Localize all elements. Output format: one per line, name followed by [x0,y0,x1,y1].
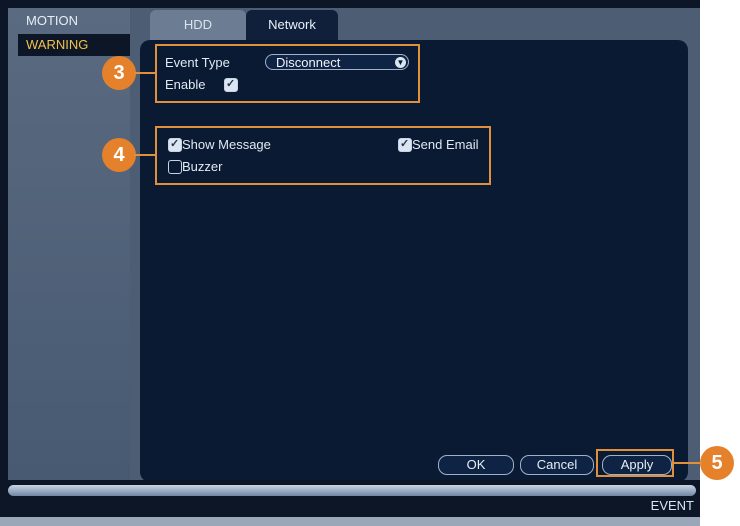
marker-4-connector [134,154,156,156]
event-type-label: Event Type [165,55,230,70]
show-message-checkbox[interactable] [168,137,182,152]
send-email-checkbox[interactable] [398,137,412,152]
buzzer-checkbox[interactable] [168,160,182,174]
chevron-down-icon: ▼ [395,57,406,68]
sidebar-item-warning[interactable]: WARNING [18,34,130,56]
marker-5-connector [672,462,702,464]
menu-scrollbar[interactable] [8,485,696,496]
marker-3-connector [134,72,156,74]
send-email-label: Send Email [412,137,479,152]
enable-checkbox[interactable] [224,77,238,92]
sidebar-item-motion[interactable]: MOTION [18,10,130,32]
event-type-value: Disconnect [276,55,341,70]
callout-box-4 [155,126,491,185]
step-marker-5: 5 [700,446,734,480]
step-marker-4: 4 [102,138,136,172]
enable-label: Enable [165,77,206,92]
cancel-button[interactable]: Cancel [520,455,594,475]
tab-hdd[interactable]: HDD [150,10,246,40]
callout-box-3 [155,44,420,103]
event-type-select[interactable]: Disconnect ▼ [265,54,409,70]
footer-event-label: EVENT [650,498,694,513]
show-message-label: Show Message [182,137,271,152]
ok-button[interactable]: OK [438,455,514,475]
step-marker-3: 3 [102,56,136,90]
buzzer-label: Buzzer [182,159,223,174]
apply-button[interactable]: Apply [602,455,672,475]
settings-panel [140,40,688,482]
tab-network[interactable]: Network [246,10,338,40]
bottom-strip [0,517,700,526]
